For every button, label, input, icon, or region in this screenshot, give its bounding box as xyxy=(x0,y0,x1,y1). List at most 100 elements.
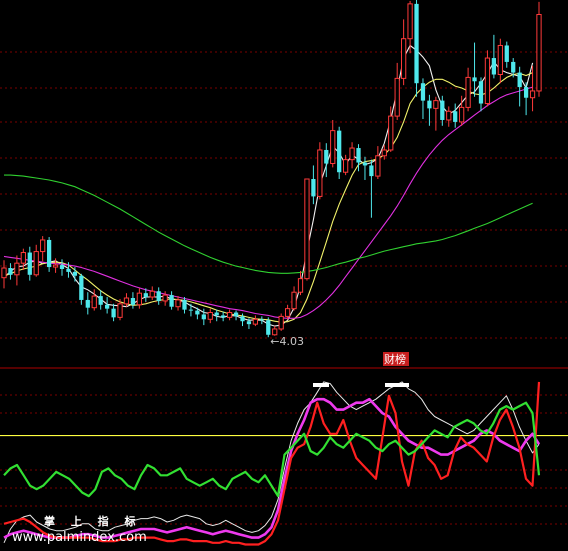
candle xyxy=(14,255,20,286)
candle xyxy=(342,154,349,176)
candle xyxy=(40,236,46,262)
candle xyxy=(369,159,374,218)
candle-body xyxy=(511,61,516,73)
candle-body xyxy=(46,239,52,268)
candle-body xyxy=(130,298,136,305)
candle-body xyxy=(105,304,110,309)
candle xyxy=(136,288,142,309)
candle-body xyxy=(478,81,484,104)
candle xyxy=(207,308,213,324)
candle-body xyxy=(20,252,26,264)
candle xyxy=(478,77,484,112)
candle xyxy=(252,315,259,327)
candle-body xyxy=(440,100,445,120)
candle-body xyxy=(304,178,310,280)
candle-body xyxy=(414,3,419,84)
chart-canvas: ←4.03 财榜 掌 上 指 标 www.palmindex.com xyxy=(0,0,568,546)
candle-body xyxy=(536,14,542,92)
candle xyxy=(233,310,239,321)
candle-body xyxy=(111,308,116,318)
candle-body xyxy=(465,76,471,108)
candle-body xyxy=(252,318,259,325)
candle xyxy=(214,309,219,322)
candle xyxy=(79,273,84,305)
candle xyxy=(311,165,316,205)
candle xyxy=(375,146,381,179)
candle xyxy=(85,292,90,315)
watermark-url: www.palmindex.com xyxy=(12,530,147,545)
candle-body xyxy=(33,251,39,276)
candle-body xyxy=(162,294,168,302)
candle-body xyxy=(272,328,278,336)
candle xyxy=(27,246,32,281)
candle xyxy=(529,65,536,112)
badge-label: 财榜 xyxy=(384,352,406,366)
watermark: 掌 上 指 标 www.palmindex.com xyxy=(12,514,147,545)
watermark-title: 掌 上 指 标 xyxy=(44,514,142,528)
candle-body xyxy=(369,165,374,177)
candle xyxy=(149,286,155,300)
candle xyxy=(523,82,529,116)
candle xyxy=(446,106,452,127)
signal-mark xyxy=(313,383,329,387)
candle xyxy=(130,292,136,309)
candle-body xyxy=(459,106,465,123)
candle xyxy=(497,38,503,84)
candle-body xyxy=(517,72,522,88)
candle-body xyxy=(201,314,206,320)
candle-body xyxy=(349,147,355,161)
candle xyxy=(98,290,103,310)
candle-body xyxy=(504,45,509,62)
candle xyxy=(504,41,509,68)
candle-body xyxy=(79,275,84,300)
candle-body xyxy=(484,57,491,105)
candle-body xyxy=(375,155,381,177)
candle-body xyxy=(1,267,7,279)
candle xyxy=(394,62,400,120)
candle-body xyxy=(317,149,323,197)
stock-chart-window: ←4.03 财榜 掌 上 指 标 www.palmindex.com xyxy=(0,0,568,551)
signal-mark xyxy=(385,383,409,387)
candle xyxy=(440,95,445,126)
candle-body xyxy=(85,299,90,308)
candle-body xyxy=(388,115,394,151)
candle xyxy=(517,66,522,107)
candle xyxy=(111,303,116,322)
candle-body xyxy=(123,297,130,305)
candle-body xyxy=(91,295,97,309)
candle-body xyxy=(14,262,20,276)
candle xyxy=(330,119,336,168)
candle-body xyxy=(297,278,304,293)
candle-body xyxy=(311,179,316,197)
candlestick-series xyxy=(1,0,542,338)
candle-body xyxy=(195,310,200,315)
candle-body xyxy=(27,252,32,275)
lowest-price-marker: ←4.03 xyxy=(270,335,304,348)
candle xyxy=(188,303,194,317)
candle-body xyxy=(136,292,142,306)
candle-body xyxy=(337,130,342,173)
candle-body xyxy=(259,319,264,321)
candle xyxy=(427,94,432,126)
candle-body xyxy=(240,316,245,322)
candle-body xyxy=(491,58,497,75)
candle-body xyxy=(175,299,181,308)
candle-body xyxy=(362,162,368,166)
ma-longest-line xyxy=(4,174,533,274)
candle-body xyxy=(52,264,59,268)
candle xyxy=(536,1,542,97)
candle-body xyxy=(156,291,161,301)
candle-body xyxy=(420,83,426,101)
candle-body xyxy=(497,44,503,76)
candle xyxy=(484,50,491,107)
candle xyxy=(291,286,297,311)
financial-list-badge[interactable]: 财榜 xyxy=(383,352,409,366)
candle xyxy=(59,259,65,276)
candle-body xyxy=(394,77,400,117)
candle-body xyxy=(207,312,213,320)
candle xyxy=(433,96,439,131)
candle-body xyxy=(278,315,284,330)
candle-body xyxy=(182,299,187,310)
candle xyxy=(226,309,233,321)
candle-body xyxy=(72,271,78,276)
